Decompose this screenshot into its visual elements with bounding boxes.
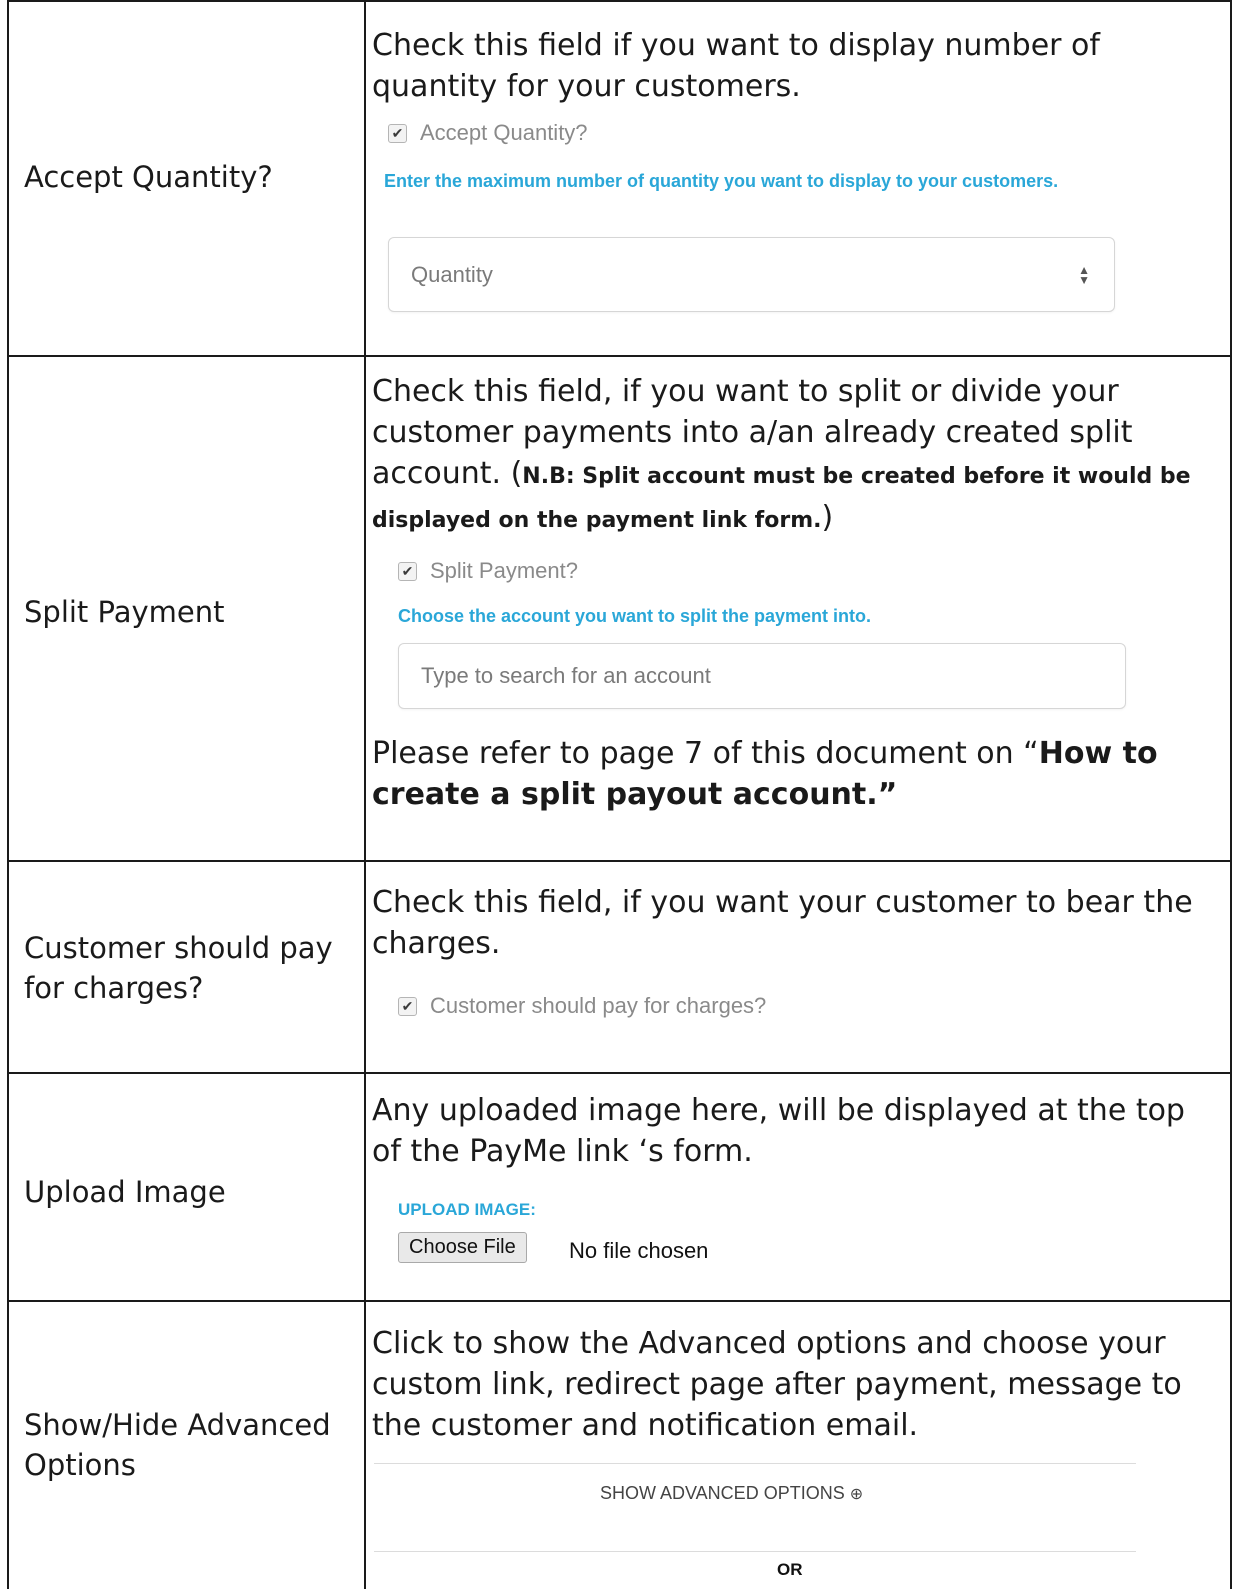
divider	[374, 1551, 1136, 1552]
accept-quantity-checkbox[interactable]: ✔ Accept Quantity?	[388, 120, 588, 146]
check-icon: ✔	[398, 561, 417, 581]
row-description: Any uploaded image here, will be display…	[372, 1093, 1185, 1169]
check-icon: ✔	[398, 996, 417, 1016]
table-row-split-payment: Split Payment Check this field, if you w…	[7, 355, 1232, 860]
split-payment-checkbox[interactable]: ✔ Split Payment?	[398, 558, 578, 584]
check-icon: ✔	[388, 123, 407, 143]
table-row-customer-charges: Customer should pay for charges? Check t…	[7, 860, 1232, 1072]
row-description: Click to show the Advanced options and c…	[372, 1326, 1182, 1443]
quantity-input[interactable]: Quantity ▲ ▼	[388, 237, 1115, 312]
refer-text: Please refer to page 7 of this document …	[372, 736, 1039, 771]
upload-heading: UPLOAD IMAGE:	[398, 1200, 536, 1219]
customer-charges-checkbox[interactable]: ✔ Customer should pay for charges?	[398, 993, 766, 1019]
quantity-placeholder: Quantity	[411, 261, 493, 287]
table-row-accept-quantity: Accept Quantity? Check this field if you…	[7, 0, 1232, 355]
advanced-options-label: SHOW ADVANCED OPTIONS	[600, 1483, 845, 1503]
info-table: Accept Quantity? Check this field if you…	[7, 0, 1232, 1589]
or-text: OR	[777, 1560, 803, 1579]
row-description: Check this field if you want to display …	[372, 28, 1100, 104]
file-status: No file chosen	[569, 1238, 709, 1263]
divider	[374, 1463, 1136, 1464]
account-search-input[interactable]: Type to search for an account	[398, 643, 1126, 709]
row-label: Split Payment	[24, 595, 225, 629]
checkbox-label: Customer should pay for charges?	[430, 993, 767, 1018]
choose-file-button[interactable]: Choose File	[398, 1232, 527, 1263]
row-label: Customer should pay for charges?	[24, 931, 333, 1005]
show-advanced-options-button[interactable]: SHOW ADVANCED OPTIONS ⊕	[600, 1483, 863, 1504]
row-description: Check this field, if you want to split o…	[372, 371, 1202, 541]
stepper-arrows-icon[interactable]: ▲ ▼	[1078, 264, 1090, 286]
table-row-advanced-options: Show/Hide Advanced Options Click to show…	[7, 1300, 1232, 1589]
row-label: Show/Hide Advanced Options	[24, 1408, 331, 1482]
search-placeholder: Type to search for an account	[421, 663, 711, 688]
table-row-upload-image: Upload Image Any uploaded image here, wi…	[7, 1072, 1232, 1300]
row-label: Accept Quantity?	[24, 160, 273, 194]
checkbox-label: Accept Quantity?	[420, 120, 588, 145]
split-hint: Choose the account you want to split the…	[398, 606, 872, 626]
circle-arrow-down-icon: ⊕	[849, 1486, 864, 1503]
refer-note: Please refer to page 7 of this document …	[372, 733, 1192, 815]
checkbox-label: Split Payment?	[430, 558, 578, 583]
row-label: Upload Image	[24, 1175, 226, 1209]
row-description: Check this field, if you want your custo…	[372, 885, 1193, 961]
quantity-hint: Enter the maximum number of quantity you…	[384, 171, 1059, 191]
description-close: )	[821, 500, 834, 535]
